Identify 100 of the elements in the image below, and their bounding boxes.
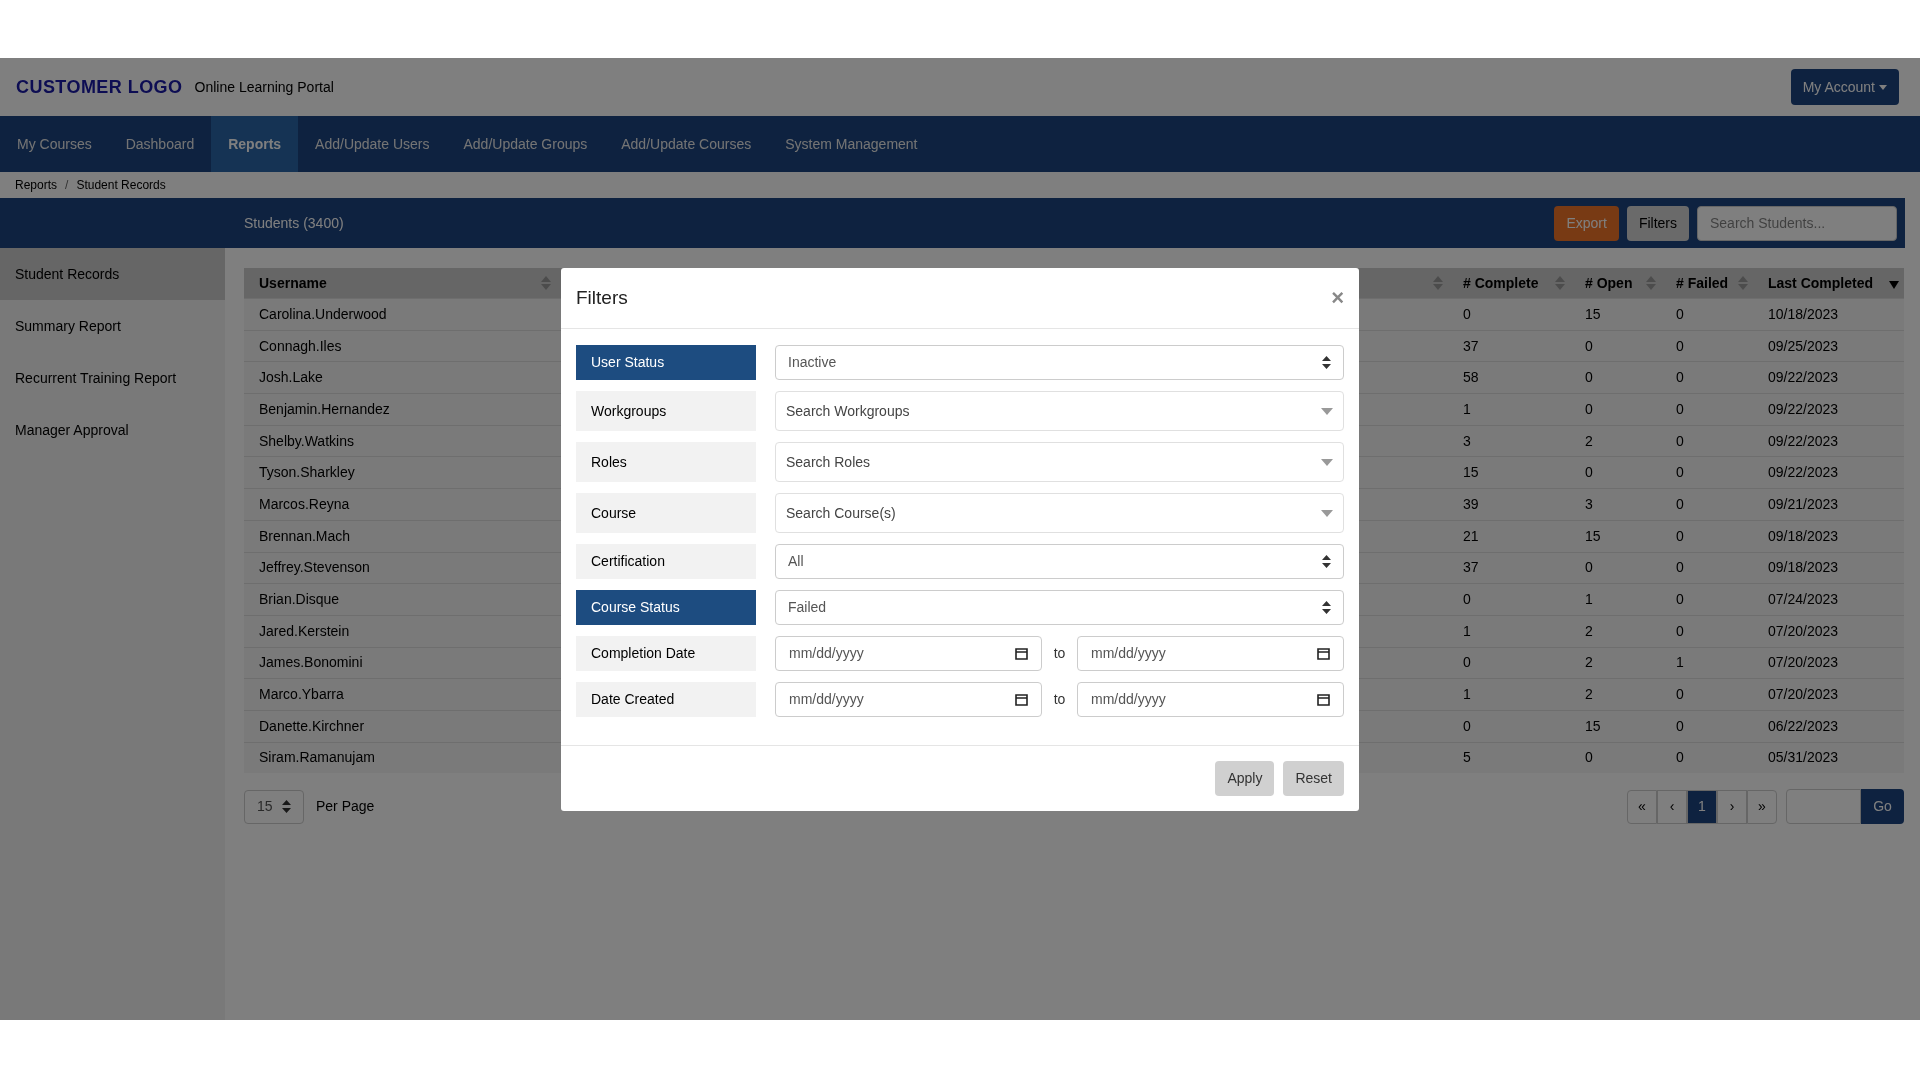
search-dropdown[interactable]: Search Course(s): [775, 493, 1344, 533]
go-button[interactable]: Go: [1861, 789, 1904, 825]
table-cell: James.Bonomini: [259, 654, 363, 671]
table-cell: 2: [1585, 622, 1593, 639]
table-cell: 1: [1585, 591, 1593, 608]
table-cell: 3: [1463, 432, 1471, 449]
table-cell: 37: [1463, 337, 1479, 354]
column-header[interactable]: # Failed: [1676, 272, 1729, 294]
select-field[interactable]: Inactive: [775, 345, 1344, 380]
table-cell: Carolina.Underwood: [259, 305, 387, 322]
page-number-field[interactable]: [1786, 789, 1861, 825]
table-cell: 0: [1676, 464, 1684, 481]
caret-icon: [1321, 509, 1333, 517]
sidebar-item[interactable]: Manager Approval: [0, 404, 225, 456]
table-cell: 15: [1585, 717, 1601, 734]
table-cell: 15: [1585, 527, 1601, 544]
table-cell: Benjamin.Hernandez: [259, 400, 390, 417]
page-button[interactable]: 1: [1687, 789, 1717, 824]
breadcrumb-link[interactable]: Reports: [15, 176, 58, 194]
dialog-button[interactable]: Apply: [1215, 761, 1275, 796]
table-cell: 09/22/2023: [1768, 464, 1839, 481]
sort-icon[interactable]: [1555, 275, 1565, 291]
table-cell: 21: [1463, 527, 1479, 544]
breadcrumb-separator: /: [65, 177, 69, 194]
calendar-icon[interactable]: [1317, 647, 1330, 660]
column-header[interactable]: Username: [259, 272, 327, 294]
table-cell: 0: [1585, 400, 1593, 417]
sidebar-item[interactable]: Student Records: [0, 248, 225, 300]
column-header[interactable]: # Complete: [1463, 272, 1539, 294]
table-cell: 0: [1676, 369, 1684, 386]
sort-icon[interactable]: [1646, 275, 1656, 291]
select-arrows-icon: [282, 800, 291, 814]
date-field[interactable]: mm/dd/yyyy: [1077, 682, 1344, 717]
table-cell: 58: [1463, 369, 1479, 386]
table-cell: 15: [1585, 305, 1601, 322]
table-cell: 0: [1676, 337, 1684, 354]
column-header[interactable]: Last Completed: [1768, 272, 1873, 294]
table-cell: 5: [1463, 749, 1471, 766]
column-header[interactable]: # Open: [1585, 272, 1633, 294]
per-page-label: Per Page: [316, 797, 375, 817]
calendar-icon[interactable]: [1015, 647, 1028, 660]
sidebar-item[interactable]: Summary Report: [0, 300, 225, 352]
table-cell: 0: [1676, 495, 1684, 512]
first-page-button[interactable]: «: [1627, 789, 1657, 824]
table-cell: 09/25/2023: [1768, 337, 1839, 354]
date-field[interactable]: mm/dd/yyyy: [775, 682, 1042, 717]
table-cell: 09/22/2023: [1768, 369, 1839, 386]
students-count: Students (3400): [244, 213, 344, 233]
date-field[interactable]: mm/dd/yyyy: [775, 636, 1042, 671]
table-cell: Marco.Ybarra: [259, 686, 344, 703]
table-cell: 0: [1676, 527, 1684, 544]
sort-icon[interactable]: [541, 275, 551, 291]
table-cell: Danette.Kirchner: [259, 717, 365, 734]
table-cell: 07/20/2023: [1768, 654, 1839, 671]
filters-button[interactable]: Filters: [1626, 205, 1689, 241]
table-cell: 2: [1585, 432, 1593, 449]
table-cell: 2: [1585, 654, 1593, 671]
nav-tab[interactable]: Reports: [211, 116, 299, 172]
table-cell: 0: [1463, 591, 1471, 608]
table-cell: 0: [1585, 464, 1593, 481]
next-page-button[interactable]: ›: [1717, 789, 1747, 824]
calendar-icon[interactable]: [1015, 693, 1028, 706]
sort-icon[interactable]: [1738, 275, 1748, 291]
calendar-icon[interactable]: [1317, 693, 1330, 706]
search-dropdown[interactable]: Search Workgroups: [775, 391, 1344, 431]
table-cell: 09/21/2023: [1768, 495, 1839, 512]
table-cell: 07/24/2023: [1768, 591, 1839, 608]
table-cell: 1: [1463, 622, 1471, 639]
table-cell: 3: [1585, 495, 1593, 512]
table-cell: Josh.Lake: [259, 369, 323, 386]
table-cell: 0: [1463, 717, 1471, 734]
search-dropdown[interactable]: Search Roles: [775, 442, 1344, 482]
select-field[interactable]: Failed: [775, 590, 1344, 625]
table-cell: Brian.Disque: [259, 591, 340, 608]
sort-icon[interactable]: [1433, 275, 1443, 291]
table-cell: 37: [1463, 559, 1479, 576]
account-button[interactable]: My Account: [1790, 69, 1899, 105]
table-cell: Jeffrey.Stevenson: [259, 559, 370, 576]
table-cell: 0: [1463, 654, 1471, 671]
last-page-button[interactable]: »: [1747, 789, 1777, 824]
sidebar-item[interactable]: Recurrent Training Report: [0, 352, 225, 404]
breadcrumb-link[interactable]: Student Records: [76, 176, 166, 194]
table-cell: 0: [1676, 591, 1684, 608]
table-cell: 1: [1463, 686, 1471, 703]
select-arrows-icon: [1322, 601, 1331, 614]
close-button[interactable]: ×: [1331, 287, 1344, 309]
date-field[interactable]: mm/dd/yyyy: [1077, 636, 1344, 671]
filter-label: Roles: [576, 442, 756, 482]
table-cell: 0: [1676, 749, 1684, 766]
table-cell: 0: [1676, 559, 1684, 576]
previous-page-button[interactable]: ‹: [1657, 789, 1687, 824]
dialog-button[interactable]: Reset: [1283, 761, 1344, 796]
table-cell: Siram.Ramanujam: [259, 749, 375, 766]
select-field[interactable]: All: [775, 544, 1344, 579]
filter-label: User Status: [576, 345, 756, 380]
search-field[interactable]: Search Students...: [1697, 205, 1897, 241]
per-page-select[interactable]: 15: [244, 789, 304, 824]
table-cell: 0: [1585, 749, 1593, 766]
table-cell: 0: [1676, 686, 1684, 703]
table-cell: 07/20/2023: [1768, 622, 1839, 639]
